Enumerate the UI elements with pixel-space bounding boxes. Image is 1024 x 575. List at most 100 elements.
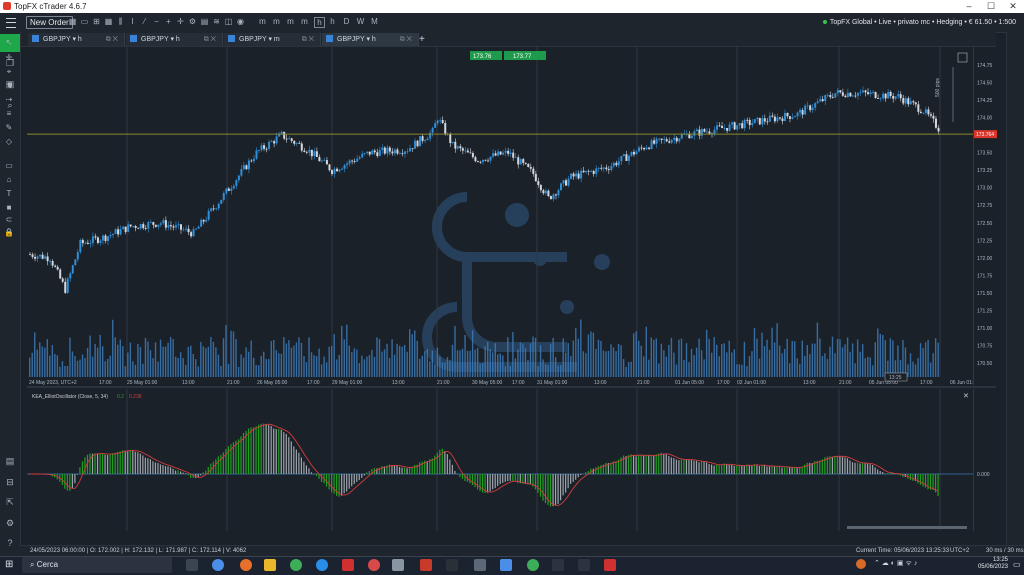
timeframe-h1[interactable]: h <box>314 17 325 28</box>
pencil-icon[interactable]: ✎ <box>4 123 14 133</box>
tab-gbpjpy-4[interactable]: GBPJPY ▾ h ⧉ ✕ <box>322 33 419 46</box>
hamburger-menu-icon[interactable] <box>6 18 16 28</box>
trend-line-icon[interactable]: ↘ <box>4 81 14 91</box>
windows-start-icon[interactable]: ⊞ <box>5 560 15 570</box>
grid-icon[interactable]: ▦ <box>104 17 113 26</box>
chart-mode-icon[interactable]: ▭ <box>80 17 89 26</box>
multi-chart-icon[interactable]: ⊞ <box>92 17 101 26</box>
meet-icon[interactable] <box>212 559 224 571</box>
close-icon[interactable]: ✕ <box>1002 0 1024 13</box>
taskbar-clock[interactable]: 13:25 05/06/2023 <box>978 557 1008 571</box>
oscillator-axis[interactable]: 0.000 <box>973 389 997 531</box>
timeframe-mn[interactable]: M <box>370 17 379 26</box>
add-tab-button[interactable]: + <box>419 33 425 46</box>
shapes-icon[interactable]: ◇ <box>4 137 14 147</box>
tab-close-icon[interactable]: ⧉ ✕ <box>400 33 412 46</box>
ctrader-icon[interactable] <box>500 559 512 571</box>
template-icon[interactable]: ▤ <box>200 17 209 26</box>
timeframe-w1[interactable]: W <box>356 17 365 26</box>
price-axis[interactable]: 174.75174.50174.25174.00173.75173.50173.… <box>973 47 997 385</box>
magnet-icon[interactable]: ⊂ <box>4 215 14 225</box>
media-icon[interactable] <box>604 559 616 571</box>
chart-edit-icon[interactable] <box>957 52 968 63</box>
sidebar-settings-icon[interactable]: ⚙ <box>5 518 15 528</box>
cursor-icon[interactable]: ↖ <box>4 38 14 48</box>
crosshair-tool-icon[interactable]: ✛ <box>4 53 14 63</box>
app-icon-gray[interactable] <box>392 559 404 571</box>
dock-icon[interactable]: ⊟ <box>5 477 15 487</box>
timezone-selector[interactable]: UTC+2 <box>950 546 969 556</box>
candles-icon[interactable]: ⫼ <box>116 17 125 26</box>
bird-icon[interactable] <box>578 559 590 571</box>
price-chart[interactable]: 173.76 173.77500 pips24 May 2023, UTC+2 17… <box>27 47 973 385</box>
taskbar-search[interactable]: ⌕ Cerca <box>22 557 172 573</box>
account-info[interactable]: TopFX Global • Live • privato mc • Hedgi… <box>822 16 1016 29</box>
timeframe-m1[interactable]: m <box>258 17 267 26</box>
ray-icon[interactable]: ⇢ <box>4 95 14 105</box>
pdf-icon[interactable] <box>342 559 354 571</box>
task-view-icon[interactable] <box>186 559 198 571</box>
stack-icon[interactable]: ≋ <box>212 17 221 26</box>
timeframe-m30[interactable]: m <box>300 17 309 26</box>
bid-price[interactable]: 173.76 <box>473 54 492 60</box>
timeframe-m15[interactable]: m <box>286 17 295 26</box>
help-icon[interactable]: ? <box>5 538 15 548</box>
maximize-icon[interactable]: ☐ <box>980 0 1002 13</box>
volume-bar <box>167 342 169 377</box>
system-tray-icons[interactable]: ⌃ ☁ ◐ ▣ ᯤ ♪ <box>874 559 934 569</box>
chrome-2-icon[interactable] <box>527 559 539 571</box>
candle-body <box>781 118 784 121</box>
oscillator-bar <box>137 452 139 474</box>
panel-divider[interactable] <box>27 386 996 388</box>
note-icon[interactable]: ■ <box>4 203 14 213</box>
stocks-icon[interactable] <box>446 559 458 571</box>
settings-icon[interactable]: ⚙ <box>188 17 197 26</box>
tray-app-icon[interactable] <box>856 559 866 569</box>
minimize-icon[interactable]: – <box>958 0 980 13</box>
fibonacci-icon[interactable]: ≡ <box>4 109 14 119</box>
tab-close-icon[interactable]: ⧉ ✕ <box>302 33 314 46</box>
tab-close-icon[interactable]: ⧉ ✕ <box>106 33 118 46</box>
portfolio-icon[interactable]: ▤ <box>5 456 15 466</box>
quote-box[interactable]: 173.76 173.77 <box>470 51 546 60</box>
lock-icon[interactable]: 🔒 <box>4 228 14 238</box>
zoom-in-icon[interactable]: + <box>164 17 173 26</box>
layout-icon[interactable]: ▦ <box>68 17 77 26</box>
volume-bar <box>388 357 391 377</box>
candle <box>336 167 339 172</box>
firefox-icon[interactable] <box>240 559 252 571</box>
oscillator-bar <box>308 468 310 474</box>
settings-app-icon[interactable] <box>552 559 564 571</box>
topfx-icon[interactable] <box>420 559 432 571</box>
notification-icon[interactable]: ▭ <box>1013 560 1021 570</box>
timeframe-m5[interactable]: m <box>272 17 281 26</box>
exit-icon[interactable]: ⇱ <box>5 497 15 507</box>
screenshot-icon[interactable]: ◫ <box>224 17 233 26</box>
app-icon-red[interactable] <box>368 559 380 571</box>
oscillator-panel[interactable]: KEA_ElliotOscillator (Close, 5, 34) 0.2 0.… <box>27 389 973 531</box>
oscillator-close-icon[interactable]: ✕ <box>963 393 969 400</box>
horizontal-line-icon[interactable]: ⌖ <box>4 67 14 77</box>
alert-icon[interactable]: ⌂ <box>4 175 14 185</box>
line-chart-icon[interactable]: ⁄ <box>140 17 149 26</box>
tab-close-icon[interactable]: ⧉ ✕ <box>204 33 216 46</box>
new-order-button[interactable]: New Order <box>26 16 73 29</box>
bars-icon[interactable]: ⅼ <box>128 17 137 26</box>
candle-body <box>313 151 316 157</box>
file-explorer-icon[interactable] <box>264 559 276 571</box>
chrome-icon[interactable] <box>290 559 302 571</box>
comment-icon[interactable]: ▭ <box>4 161 14 171</box>
eye-icon[interactable]: ◉ <box>236 17 245 26</box>
text-icon[interactable]: T <box>4 189 14 199</box>
edge-icon[interactable] <box>316 559 328 571</box>
timeframe-d1[interactable]: D <box>342 17 351 26</box>
timeframe-h4[interactable]: h <box>328 17 337 26</box>
tab-gbpjpy-3[interactable]: GBPJPY ▾ m ⧉ ✕ <box>224 33 321 46</box>
horizontal-scrollbar[interactable] <box>847 526 967 529</box>
ask-price[interactable]: 173.77 <box>513 54 532 60</box>
tab-gbpjpy-1[interactable]: GBPJPY ▾ h ⧉ ✕ <box>28 33 125 46</box>
crosshair-icon[interactable]: ✛ <box>176 17 185 26</box>
tab-gbpjpy-2[interactable]: GBPJPY ▾ h ⧉ ✕ <box>126 33 223 46</box>
notes-icon[interactable] <box>474 559 486 571</box>
zoom-out-icon[interactable]: − <box>152 17 161 26</box>
